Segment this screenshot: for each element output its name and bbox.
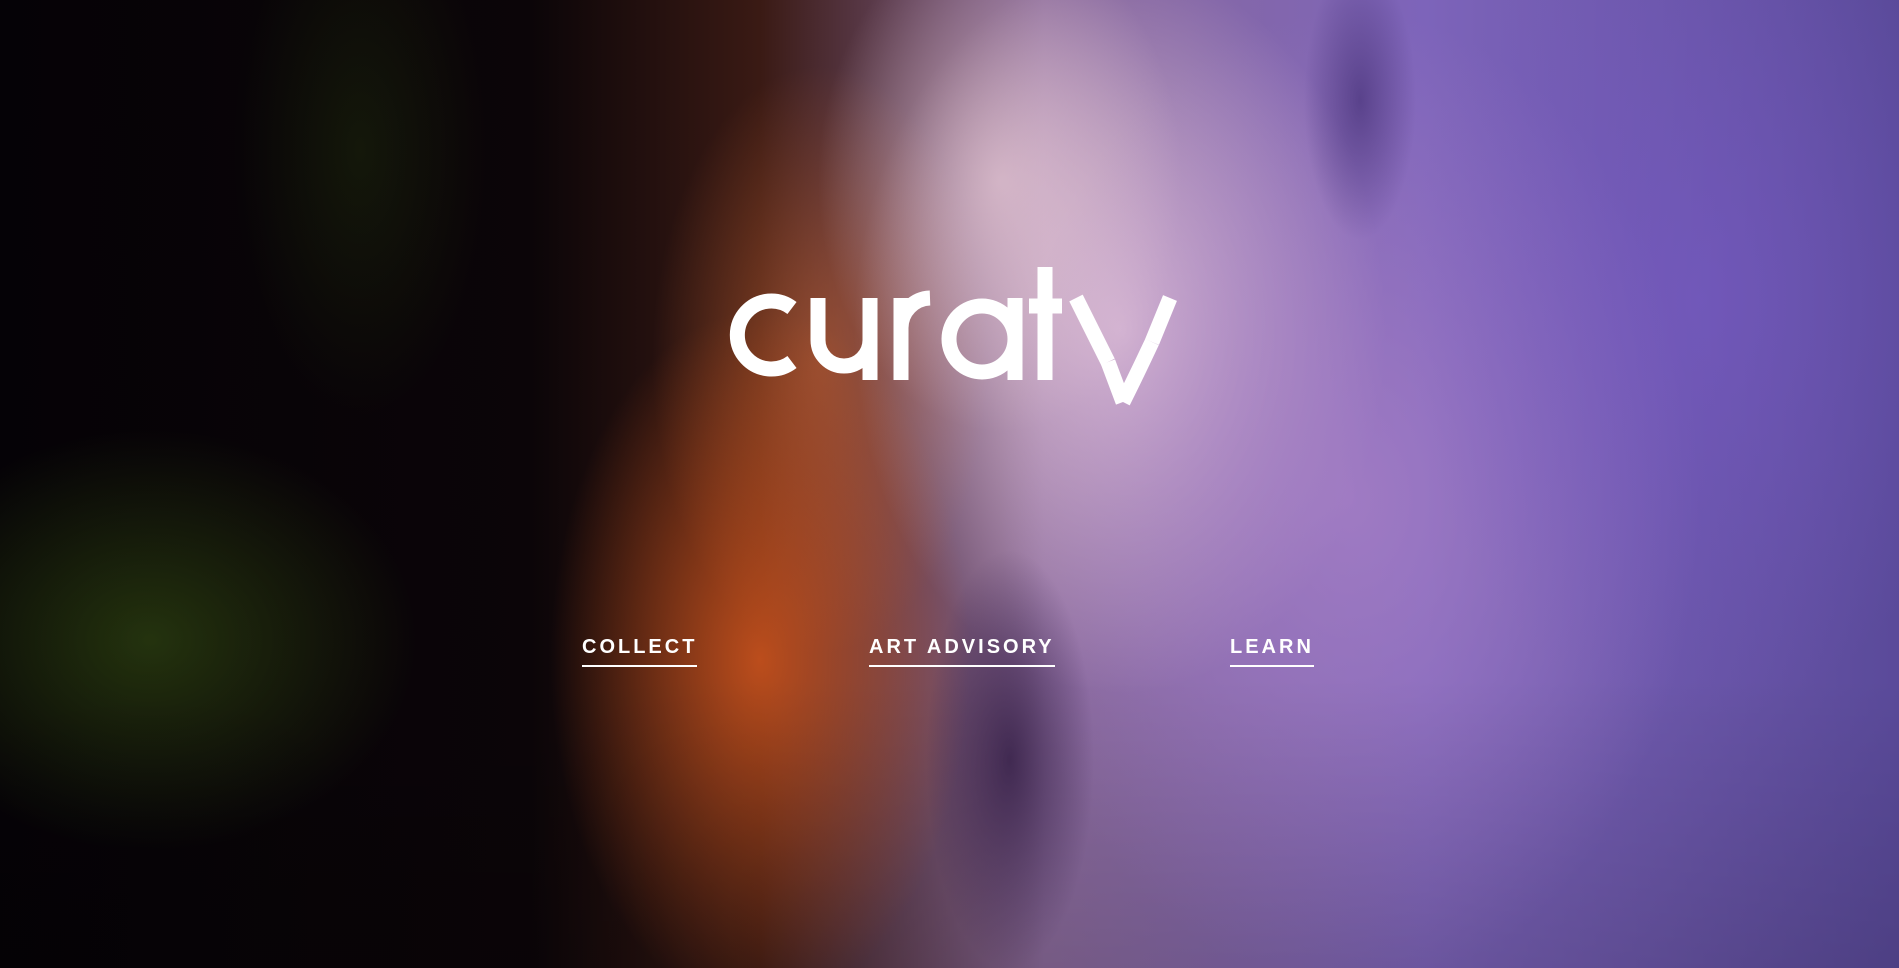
hero-overlay [0,0,1899,968]
nav-link-collect[interactable]: COLLECT [582,636,698,667]
main-nav: COLLECT ART ADVISORY LEARN [0,636,1899,676]
nav-link-learn[interactable]: LEARN [1230,636,1314,667]
curaty-logo[interactable]: curaty [718,262,1178,412]
logo-wordmark-icon [729,267,1177,406]
hero-background: curaty [0,0,1899,968]
nav-link-art-advisory[interactable]: ART ADVISORY [869,636,1055,667]
